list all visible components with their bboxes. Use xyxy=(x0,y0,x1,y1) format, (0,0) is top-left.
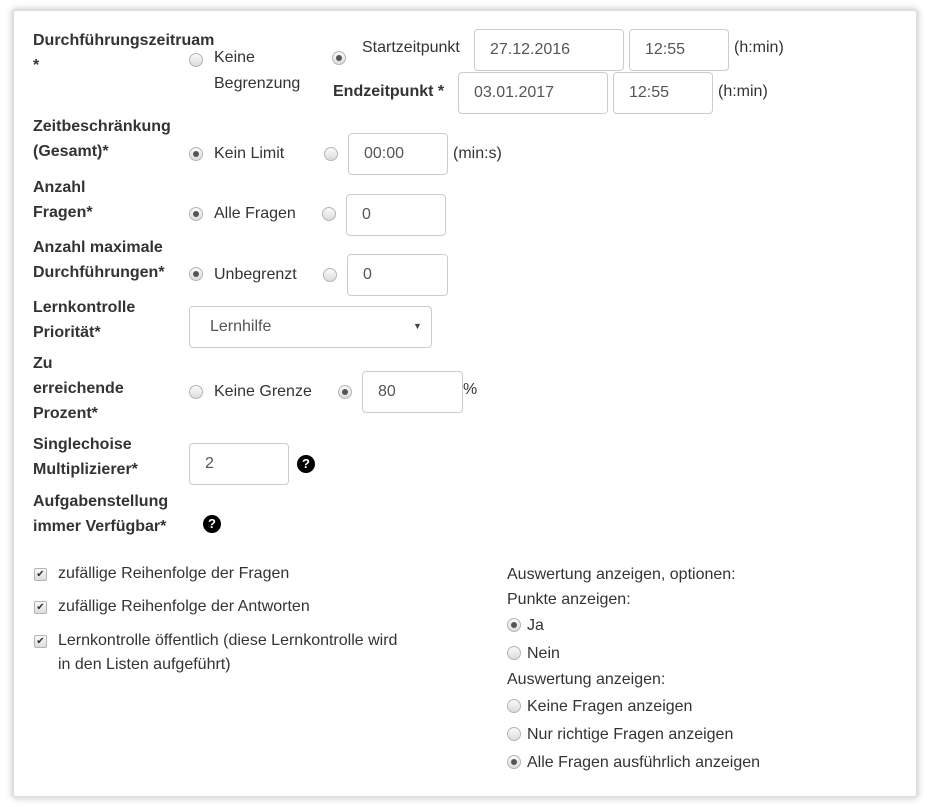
multiplier-label: Singlechoise xyxy=(33,436,132,453)
max-runs-label: Anzahl maximale xyxy=(33,239,163,256)
public-label: Lernkontrolle öffentlich (diese Lernkont… xyxy=(58,632,398,649)
priority-label-2: Priorität* xyxy=(33,324,101,341)
multiplier-input[interactable]: 2 xyxy=(189,443,289,485)
show-label: Auswertung anzeigen: xyxy=(507,671,666,688)
start-time-input[interactable]: 12:55 xyxy=(629,29,729,71)
questions-input[interactable]: 0 xyxy=(346,194,446,236)
unlimited-label: Unbegrenzt xyxy=(214,266,297,283)
percent-label-2: erreichende xyxy=(33,380,124,397)
no-percent-limit-radio[interactable] xyxy=(189,385,203,399)
percent-value-radio[interactable] xyxy=(338,385,352,399)
max-runs-value-radio[interactable] xyxy=(323,268,337,282)
max-runs-input[interactable]: 0 xyxy=(347,254,448,296)
questions-label: Anzahl xyxy=(33,179,86,196)
show-none-label: Keine Fragen anzeigen xyxy=(527,698,693,715)
no-percent-limit-label: Keine Grenze xyxy=(214,383,312,400)
max-runs-label-2: Durchführungen* xyxy=(33,264,165,281)
evaluation-title: Auswertung anzeigen, optionen: xyxy=(507,566,736,583)
show-all-radio[interactable] xyxy=(507,755,521,769)
points-no-label: Nein xyxy=(527,645,560,662)
start-label: Startzeitpunkt xyxy=(362,39,460,56)
random-questions-label: zufällige Reihenfolge der Fragen xyxy=(58,565,290,582)
show-correct-radio[interactable] xyxy=(507,727,521,741)
end-date-input[interactable]: 03.01.2017 xyxy=(458,72,608,114)
points-yes-radio[interactable] xyxy=(507,618,521,632)
period-no-limit-radio[interactable] xyxy=(189,53,203,67)
start-time-unit: (h:min) xyxy=(734,39,784,56)
percent-label-3: Prozent* xyxy=(33,405,98,422)
period-no-limit-label: Keine xyxy=(214,49,255,66)
percent-label: Zu xyxy=(33,355,53,372)
chevron-down-icon: ▼ xyxy=(413,321,422,331)
unlimited-radio[interactable] xyxy=(189,267,203,281)
show-none-radio[interactable] xyxy=(507,699,521,713)
priority-label: Lernkontrolle xyxy=(33,299,136,316)
all-questions-radio[interactable] xyxy=(189,207,203,221)
period-required: * xyxy=(33,57,40,74)
show-all-label: Alle Fragen ausführlich anzeigen xyxy=(527,754,761,771)
task-label: Aufgabenstellung xyxy=(33,493,169,510)
period-label: Durchführungszeitruam xyxy=(33,32,215,49)
percent-unit: % xyxy=(463,381,478,398)
period-start-radio[interactable] xyxy=(332,51,346,65)
task-label-2: immer Verfügbar* xyxy=(33,518,167,535)
show-correct-label: Nur richtige Fragen anzeigen xyxy=(527,726,734,743)
end-label: Endzeitpunkt * xyxy=(333,83,445,100)
points-label: Punkte anzeigen: xyxy=(507,591,631,608)
time-limit-label: Zeitbeschränkung xyxy=(33,118,171,135)
multiplier-label-2: Multiplizierer* xyxy=(33,461,138,478)
help-icon[interactable]: ? xyxy=(297,455,315,473)
start-date-input[interactable]: 27.12.2016 xyxy=(474,29,624,71)
points-yes-label: Ja xyxy=(527,617,544,634)
all-questions-label: Alle Fragen xyxy=(214,205,296,222)
percent-input[interactable]: 80 xyxy=(362,371,463,413)
random-answers-label: zufällige Reihenfolge der Antworten xyxy=(58,598,310,615)
random-answers-checkbox[interactable]: ✔ xyxy=(34,601,47,614)
time-no-limit-label: Kein Limit xyxy=(214,145,285,162)
end-time-input[interactable]: 12:55 xyxy=(613,72,713,114)
questions-value-radio[interactable] xyxy=(322,207,336,221)
public-checkbox[interactable]: ✔ xyxy=(34,635,47,648)
time-limit-unit: (min:s) xyxy=(453,145,502,162)
end-time-unit: (h:min) xyxy=(718,83,768,100)
time-value-radio[interactable] xyxy=(324,147,338,161)
random-questions-checkbox[interactable]: ✔ xyxy=(34,568,47,581)
help-icon[interactable]: ? xyxy=(203,515,221,533)
time-limit-label-2: (Gesamt)* xyxy=(33,143,109,160)
time-limit-input[interactable]: 00:00 xyxy=(348,133,448,175)
public-label-2: in den Listen aufgeführt) xyxy=(58,656,231,673)
period-no-limit-label-2: Begrenzung xyxy=(214,75,301,92)
time-no-limit-radio[interactable] xyxy=(189,147,203,161)
questions-label-2: Fragen* xyxy=(33,204,93,221)
points-no-radio[interactable] xyxy=(507,646,521,660)
priority-select[interactable]: Lernhilfe xyxy=(189,306,432,348)
